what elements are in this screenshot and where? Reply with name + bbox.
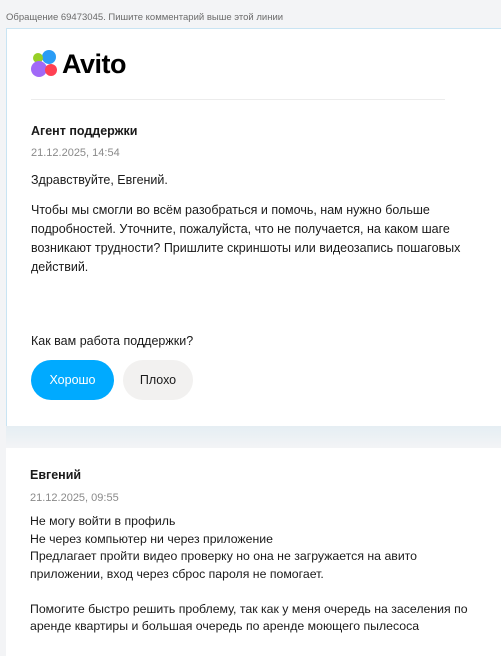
- agent-message-body: Здравствуйте, Евгений. Чтобы мы смогли в…: [31, 171, 477, 277]
- message-separator: [6, 426, 501, 448]
- user-author: Евгений: [30, 468, 82, 482]
- user-line: Предлагает пройти видео проверку но она …: [30, 549, 418, 581]
- rate-good-button[interactable]: Хорошо: [31, 360, 114, 400]
- avito-dots-icon: [31, 50, 59, 78]
- rate-bad-button[interactable]: Плохо: [123, 360, 193, 400]
- agent-date: 21.12.2025, 14:54: [31, 147, 120, 159]
- logo-row: Avito: [31, 29, 445, 100]
- agent-message-card: Avito Агент поддержки 21.12.2025, 14:54 …: [6, 28, 501, 426]
- user-message-card: Евгений 21.12.2025, 09:55 Не могу войти …: [6, 448, 501, 656]
- user-message-body: Не могу войти в профиль Не через компьют…: [30, 513, 477, 636]
- user-date: 21.12.2025, 09:55: [30, 492, 119, 504]
- thread-notice: Обращение 69473045. Пишите комментарий в…: [0, 0, 501, 28]
- agent-author: Агент поддержки: [31, 124, 138, 138]
- logo-text: Avito: [62, 48, 127, 79]
- agent-text: Чтобы мы смогли во всём разобраться и по…: [31, 203, 461, 274]
- rating-buttons: Хорошо Плохо: [31, 360, 193, 400]
- user-line: Не могу войти в профиль: [30, 514, 176, 528]
- agent-greeting: Здравствуйте, Евгений.: [31, 173, 168, 187]
- avito-logo: Avito: [31, 48, 127, 80]
- rating-question: Как вам работа поддержки?: [31, 334, 194, 348]
- user-line: Не через компьютер ни через приложение: [30, 531, 273, 546]
- user-closing: Помогите быстро решить проблему, так как…: [30, 601, 468, 634]
